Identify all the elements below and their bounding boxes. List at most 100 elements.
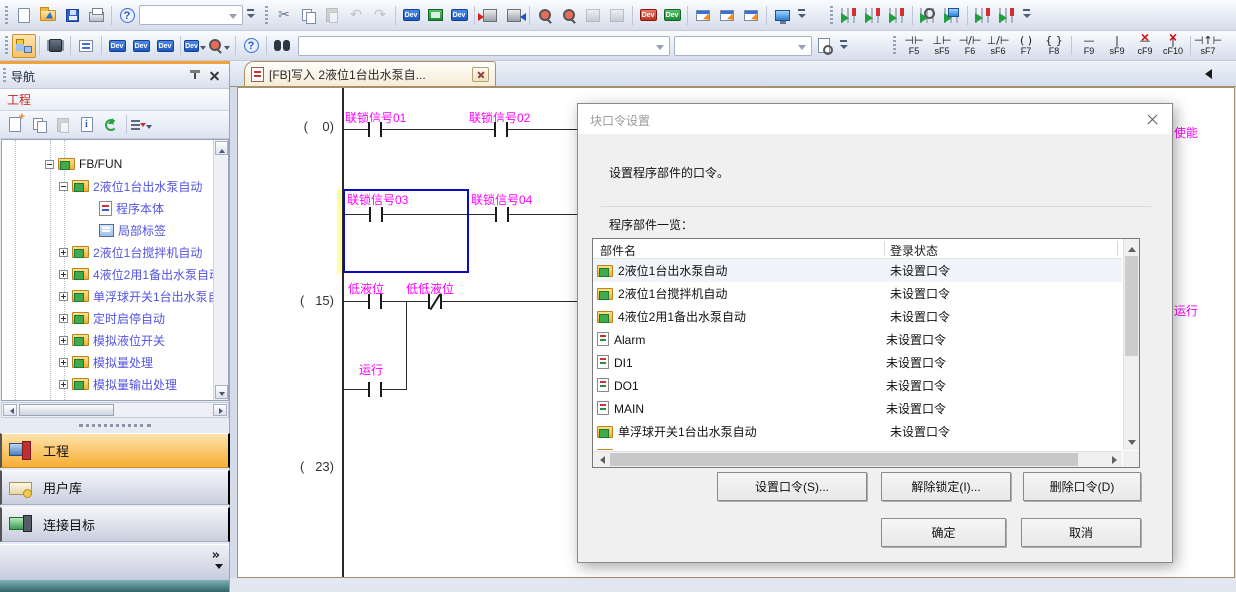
nav-button-connection-destination[interactable]: 连接目标: [0, 507, 230, 542]
dialog-title-bar[interactable]: 块口令设置: [578, 104, 1172, 134]
component-row[interactable]: 4液位2用1备出水泵自动 未设置口令: [593, 305, 1122, 328]
cancel-button[interactable]: 取消: [1021, 518, 1141, 547]
watch-find-button[interactable]: [916, 3, 940, 27]
new-data-button[interactable]: [3, 113, 27, 137]
toolbar-overflow-button[interactable]: [245, 5, 257, 25]
toolbar-grip[interactable]: [830, 6, 833, 25]
system-monitor-button[interactable]: [605, 3, 629, 27]
expand-icon[interactable]: [59, 314, 68, 323]
monitor-stop-condition-button[interactable]: [995, 3, 1019, 27]
device-display-mode-button[interactable]: [184, 34, 208, 58]
close-panel-button[interactable]: [207, 69, 223, 84]
ladder-parallel-open-contact-button[interactable]: ⊥⊢sF5: [928, 32, 956, 59]
ok-button[interactable]: 确定: [881, 518, 1006, 547]
help-button[interactable]: [115, 3, 139, 27]
tree-item-fb-6[interactable]: 模拟量处理: [59, 352, 153, 372]
ladder-pulse-contact-button[interactable]: ⊣↑⊢sF7: [1194, 32, 1222, 59]
device-memory-button[interactable]: [447, 3, 471, 27]
sort-tree-button[interactable]: [130, 113, 154, 137]
open-contact[interactable]: [495, 207, 509, 222]
ladder-parallel-closed-contact-button[interactable]: ⊥/⊢sF6: [984, 32, 1012, 59]
pin-panel-button[interactable]: [187, 69, 203, 84]
open-project-button[interactable]: [36, 3, 60, 27]
scrollbar-thumb[interactable]: [610, 453, 1078, 466]
parameter-setting-button[interactable]: [423, 3, 447, 27]
save-project-button[interactable]: [60, 3, 84, 27]
scrollbar-thumb[interactable]: [1125, 256, 1138, 356]
open-contact[interactable]: [368, 382, 382, 397]
device-tree-button[interactable]: [153, 34, 177, 58]
print-button[interactable]: [84, 3, 108, 27]
window-arrange-button[interactable]: [739, 3, 763, 27]
expand-icon[interactable]: [59, 270, 68, 279]
open-contact[interactable]: [368, 294, 382, 309]
tree-vertical-scrollbar[interactable]: [213, 140, 228, 400]
component-row-partial[interactable]: [593, 443, 1122, 450]
copy-button[interactable]: [296, 3, 320, 27]
nav-button-project[interactable]: 工程: [0, 433, 230, 468]
list-header[interactable]: 部件名 登录状态: [593, 239, 1122, 259]
device-comment-button[interactable]: [399, 3, 423, 27]
ladder-delete-horizontal-line-button[interactable]: ×—cF9: [1131, 32, 1159, 59]
ladder-coil-button[interactable]: ( )F7: [1012, 32, 1040, 59]
monitor-mode-button[interactable]: [770, 3, 794, 27]
expand-icon[interactable]: [59, 358, 68, 367]
redo-button[interactable]: ↷: [368, 3, 392, 27]
undo-button[interactable]: ↶: [344, 3, 368, 27]
tree-item-local-label[interactable]: 局部标签: [99, 220, 166, 240]
tab-scroll-left-button[interactable]: [1200, 69, 1212, 79]
watch-window-button[interactable]: [940, 3, 964, 27]
read-from-plc-button[interactable]: [502, 3, 526, 27]
copy-data-button[interactable]: [27, 113, 51, 137]
open-contact[interactable]: [368, 122, 382, 137]
toolbar-overflow-button[interactable]: [796, 5, 808, 25]
list-horizontal-scrollbar[interactable]: [593, 451, 1122, 467]
ladder-application-instruction-button[interactable]: { }F8: [1040, 32, 1068, 59]
delete-password-button[interactable]: 删除口令(D): [1023, 472, 1141, 501]
toolbar-overflow-button[interactable]: [838, 36, 850, 56]
find-target-combobox[interactable]: [674, 36, 812, 56]
list-vertical-scrollbar[interactable]: [1123, 239, 1139, 450]
component-row[interactable]: MAIN 未设置口令: [593, 397, 1122, 420]
column-divider[interactable]: [884, 241, 885, 256]
ladder-horizontal-line-button[interactable]: —F9: [1075, 32, 1103, 59]
diagnostics-button[interactable]: [581, 3, 605, 27]
write-to-plc-button[interactable]: [478, 3, 502, 27]
new-project-button[interactable]: [12, 3, 36, 27]
more-buttons-chev[interactable]: [212, 549, 220, 562]
tree-item-fb-4[interactable]: 定时启停自动: [59, 308, 165, 328]
navigation-window-toggle-button[interactable]: [12, 34, 36, 58]
dialog-close-button[interactable]: [1145, 112, 1160, 127]
ladder-delete-vertical-line-button[interactable]: ×|cF10: [1159, 32, 1187, 59]
nav-button-user-library[interactable]: 用户库: [0, 470, 230, 505]
toolbar-grip[interactable]: [265, 6, 268, 25]
component-row[interactable]: 单浮球开关1台出水泵自动 未设置口令: [593, 420, 1122, 443]
component-row[interactable]: 2液位1台搅拌机自动 未设置口令: [593, 282, 1122, 305]
expand-icon[interactable]: [59, 248, 68, 257]
window-tile-button[interactable]: [715, 3, 739, 27]
tree-item-fb-1[interactable]: 2液位1台搅拌机自动: [59, 242, 202, 262]
scroll-left-arrow[interactable]: [593, 452, 609, 467]
expand-icon[interactable]: [59, 380, 68, 389]
column-divider[interactable]: [1117, 241, 1118, 256]
scroll-up-arrow[interactable]: [1124, 239, 1139, 255]
window-cascade-button[interactable]: [691, 3, 715, 27]
open-contact[interactable]: [494, 122, 508, 137]
tree-item-fb-2[interactable]: 4液位2用1备出水泵自动: [59, 264, 213, 284]
column-header-name[interactable]: 部件名: [600, 242, 636, 259]
tree-item-fb-5[interactable]: 模拟液位开关: [59, 330, 165, 350]
device-comment-red-button[interactable]: [636, 3, 660, 27]
output-window-button[interactable]: [74, 34, 98, 58]
tab-fb-ladder-editor[interactable]: [FB]写入 2液位1台出水泵自...: [244, 61, 496, 86]
tree-item-program-body[interactable]: 程序本体: [99, 198, 164, 218]
element-selection-button[interactable]: [43, 34, 67, 58]
device-comment-green-button[interactable]: [660, 3, 684, 27]
refresh-tree-button[interactable]: [99, 113, 123, 137]
toolbar-overflow-button[interactable]: [1021, 5, 1033, 25]
tab-close-button[interactable]: [472, 67, 489, 82]
set-password-button[interactable]: 设置口令(S)...: [717, 472, 867, 501]
verify-with-plc-button[interactable]: [533, 3, 557, 27]
panel-splitter[interactable]: [0, 419, 229, 432]
tree-item-selected-fb[interactable]: 2液位1台出水泵自动: [59, 176, 202, 196]
find-in-page-button[interactable]: [812, 34, 836, 58]
